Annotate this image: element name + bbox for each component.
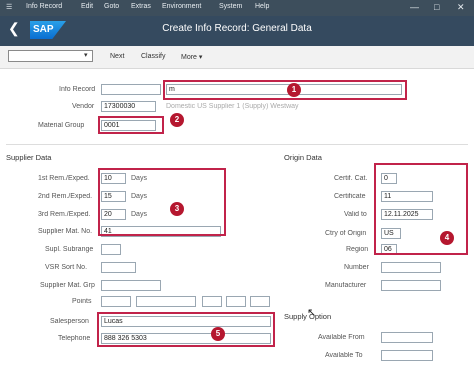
annotation-badge-3: 3: [170, 202, 184, 216]
highlight-box-3: [98, 168, 226, 236]
annotation-badge-4: 4: [440, 231, 454, 245]
valid-to-label: Valid to: [344, 211, 367, 218]
region-label: Region: [346, 246, 369, 253]
points-field[interactable]: [101, 296, 131, 307]
page-title: Create Info Record: General Data: [162, 23, 312, 34]
highlight-box-2: [98, 116, 164, 134]
supplier-mat-grp-field[interactable]: [101, 280, 161, 291]
supl-subrange-label: Supl. Subrange: [45, 246, 94, 253]
available-from-label: Available From: [318, 334, 365, 341]
manufacturer-field[interactable]: [381, 280, 441, 291]
divider: [6, 144, 468, 145]
annotation-badge-1: 1: [287, 83, 301, 97]
command-field[interactable]: [8, 50, 93, 62]
telephone-label: Telephone: [58, 335, 91, 342]
next-button[interactable]: Next: [110, 53, 124, 60]
vendor-name-text: Domestic US Supplier 1 (Supply) Westway: [166, 103, 299, 110]
minimize-icon[interactable]: —: [410, 2, 419, 12]
menu-goto[interactable]: Goto: [104, 3, 119, 10]
close-icon[interactable]: ✕: [457, 2, 465, 13]
highlight-box-4: [374, 163, 468, 255]
available-from-field[interactable]: [381, 332, 433, 343]
reminder-2-label: 2nd Rem./Exped.: [38, 193, 93, 200]
points-extra-field[interactable]: [202, 296, 222, 307]
supplier-mat-no-label: Supplier Mat. No.: [38, 228, 93, 235]
vsr-sort-no-label: VSR Sort No.: [45, 264, 88, 271]
menu-edit[interactable]: Edit: [81, 3, 93, 10]
classify-button[interactable]: Classify: [141, 53, 166, 60]
reminder-1-label: 1st Rem./Exped.: [38, 175, 90, 182]
available-to-field[interactable]: [381, 350, 433, 361]
salesperson-label: Salesperson: [50, 318, 89, 325]
number-label: Number: [344, 264, 369, 271]
points-unit-field[interactable]: [136, 296, 196, 307]
menu-nav-icon[interactable]: ☰: [6, 3, 12, 11]
cursor-icon: ↖: [307, 307, 317, 319]
supplier-data-title: Supplier Data: [6, 153, 52, 162]
menu-extras[interactable]: Extras: [131, 3, 151, 10]
points-label: Points: [72, 298, 92, 305]
material-group-label: Material Group: [38, 122, 85, 129]
manufacturer-label: Manufacturer: [325, 282, 367, 289]
vendor-label: Vendor: [72, 103, 95, 110]
reminder-3-label: 3rd Rem./Exped.: [38, 211, 91, 218]
number-field[interactable]: [381, 262, 441, 273]
info-record-field[interactable]: [101, 84, 161, 95]
vsr-sort-no-field[interactable]: [101, 262, 136, 273]
info-record-label: Info Record: [59, 86, 96, 93]
highlight-box-5: [97, 312, 275, 347]
menu-bar: ☰ Info Record Edit Goto Extras Environme…: [0, 0, 474, 16]
maximize-icon[interactable]: □: [434, 2, 439, 12]
certificate-label: Certificate: [334, 193, 366, 200]
annotation-badge-2: 2: [170, 113, 184, 127]
menu-environment[interactable]: Environment: [162, 3, 201, 10]
available-to-label: Available To: [325, 352, 363, 359]
points-extra3-field[interactable]: [250, 296, 270, 307]
vendor-field[interactable]: 17300030: [101, 101, 156, 112]
annotation-badge-5: 5: [211, 327, 225, 341]
supl-subrange-field[interactable]: [101, 244, 121, 255]
certif-cat-label: Certif. Cat.: [334, 175, 368, 182]
menu-system[interactable]: System: [219, 3, 242, 10]
menu-help[interactable]: Help: [255, 3, 269, 10]
supplier-mat-grp-label: Supplier Mat. Grp: [40, 282, 95, 289]
chevron-down-icon[interactable]: ▾: [84, 51, 88, 59]
highlight-box-1: [163, 80, 407, 100]
ctry-of-origin-label: Ctry of Origin: [325, 230, 367, 237]
origin-data-title: Origin Data: [284, 153, 322, 162]
more-button[interactable]: More ▾: [181, 53, 202, 61]
points-extra2-field[interactable]: [226, 296, 246, 307]
menu-info-record[interactable]: Info Record: [26, 3, 62, 10]
